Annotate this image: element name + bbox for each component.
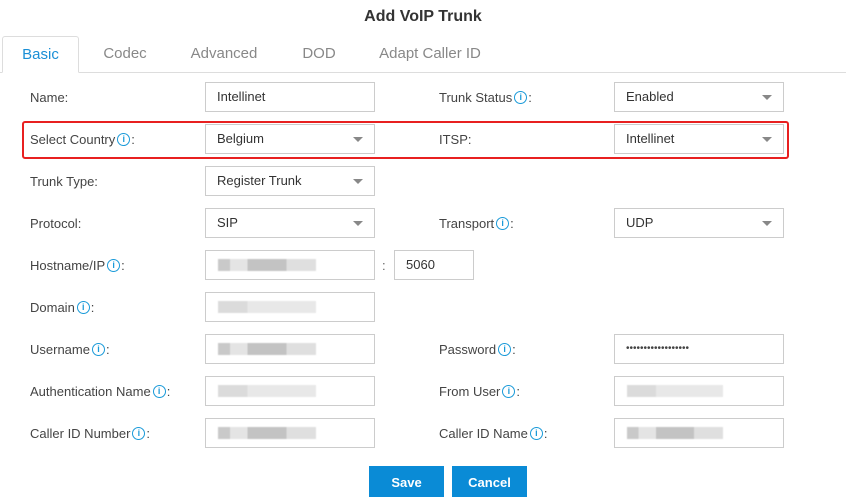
auth-name-label-text: Authentication Name xyxy=(30,384,151,399)
from-user-label: From User i: xyxy=(439,377,520,407)
label-suffix: : xyxy=(528,90,532,105)
info-icon[interactable]: i xyxy=(502,385,516,398)
label-suffix: : xyxy=(510,216,514,231)
info-icon[interactable]: i xyxy=(76,301,90,314)
protocol-select[interactable]: SIP xyxy=(205,208,375,238)
redacted-value xyxy=(218,343,316,355)
cancel-button[interactable]: Cancel xyxy=(452,466,527,497)
redacted-value xyxy=(627,427,723,439)
redacted-value xyxy=(218,427,316,439)
caller-id-name-input[interactable] xyxy=(614,418,784,448)
name-input[interactable]: Intellinet xyxy=(205,82,375,112)
redacted-value xyxy=(218,301,316,313)
info-icon[interactable]: i xyxy=(117,133,131,146)
label-suffix: : xyxy=(146,426,151,441)
save-button[interactable]: Save xyxy=(369,466,444,497)
tab-codec[interactable]: Codec xyxy=(88,36,162,72)
caller-id-name-label-text: Caller ID Name xyxy=(439,426,528,441)
info-icon[interactable]: i xyxy=(107,259,121,272)
username-label-text: Username xyxy=(30,342,90,357)
trunk-status-label: Trunk Status i: xyxy=(439,83,532,113)
redacted-value xyxy=(627,385,723,397)
trunk-status-select[interactable]: Enabled xyxy=(614,82,784,112)
label-suffix: : xyxy=(166,384,171,399)
caller-id-name-label: Caller ID Name i: xyxy=(439,419,547,449)
itsp-label: ITSP: xyxy=(439,132,472,147)
redacted-value xyxy=(218,259,316,271)
info-icon[interactable]: i xyxy=(132,427,146,440)
info-icon[interactable]: i xyxy=(91,343,105,356)
label-suffix: : xyxy=(543,426,548,441)
trunk-type-select[interactable]: Register Trunk xyxy=(205,166,375,196)
tab-adapt-caller-id[interactable]: Adapt Caller ID xyxy=(370,36,490,72)
domain-label: Domain i: xyxy=(30,293,94,323)
transport-label-text: Transport xyxy=(439,216,495,231)
port-separator: : xyxy=(382,258,386,273)
hostname-label-text: Hostname/IP xyxy=(30,258,106,273)
tab-bar: Basic Codec Advanced DOD Adapt Caller ID xyxy=(0,36,846,73)
transport-label: Transport i: xyxy=(439,209,514,239)
protocol-label: Protocol: xyxy=(30,216,82,231)
dialog-title: Add VoIP Trunk xyxy=(364,8,482,25)
trunk-status-label-text: Trunk Status xyxy=(439,90,513,105)
caller-id-number-label: Caller ID Number i: xyxy=(30,419,150,449)
name-label: Name: xyxy=(30,90,69,105)
label-suffix: : xyxy=(105,342,110,357)
from-user-label-text: From User xyxy=(439,384,501,399)
label-suffix: : xyxy=(121,258,125,273)
hostname-label: Hostname/IP i: xyxy=(30,251,125,281)
select-country-label: Select Country i: xyxy=(30,125,135,155)
caller-id-number-input[interactable] xyxy=(205,418,375,448)
port-input[interactable]: 5060 xyxy=(394,250,474,280)
username-input[interactable] xyxy=(205,334,375,364)
from-user-input[interactable] xyxy=(614,376,784,406)
tab-basic[interactable]: Basic xyxy=(2,36,79,73)
label-suffix: : xyxy=(131,132,135,147)
auth-name-label: Authentication Name i: xyxy=(30,377,170,407)
info-icon[interactable]: i xyxy=(498,343,512,356)
info-icon[interactable]: i xyxy=(496,217,510,230)
password-input[interactable]: •••••••••••••••••• xyxy=(614,334,784,364)
label-suffix: : xyxy=(516,384,521,399)
auth-name-input[interactable] xyxy=(205,376,375,406)
redacted-value xyxy=(218,385,316,397)
caller-id-number-label-text: Caller ID Number xyxy=(30,426,131,441)
info-icon[interactable]: i xyxy=(529,427,543,440)
info-icon[interactable]: i xyxy=(152,385,166,398)
label-suffix: : xyxy=(90,300,95,315)
tab-dod[interactable]: DOD xyxy=(290,36,348,72)
domain-label-text: Domain xyxy=(30,300,75,315)
domain-input[interactable] xyxy=(205,292,375,322)
select-country-label-text: Select Country xyxy=(30,132,116,147)
password-label: Password i: xyxy=(439,335,516,365)
password-label-text: Password xyxy=(439,342,497,357)
trunk-type-label: Trunk Type: xyxy=(30,174,98,189)
username-label: Username i: xyxy=(30,335,110,365)
itsp-select[interactable]: Intellinet xyxy=(614,124,784,154)
label-suffix: : xyxy=(512,342,516,357)
hostname-input[interactable] xyxy=(205,250,375,280)
tab-advanced[interactable]: Advanced xyxy=(180,36,268,72)
info-icon[interactable]: i xyxy=(514,91,528,104)
transport-select[interactable]: UDP xyxy=(614,208,784,238)
country-select[interactable]: Belgium xyxy=(205,124,375,154)
